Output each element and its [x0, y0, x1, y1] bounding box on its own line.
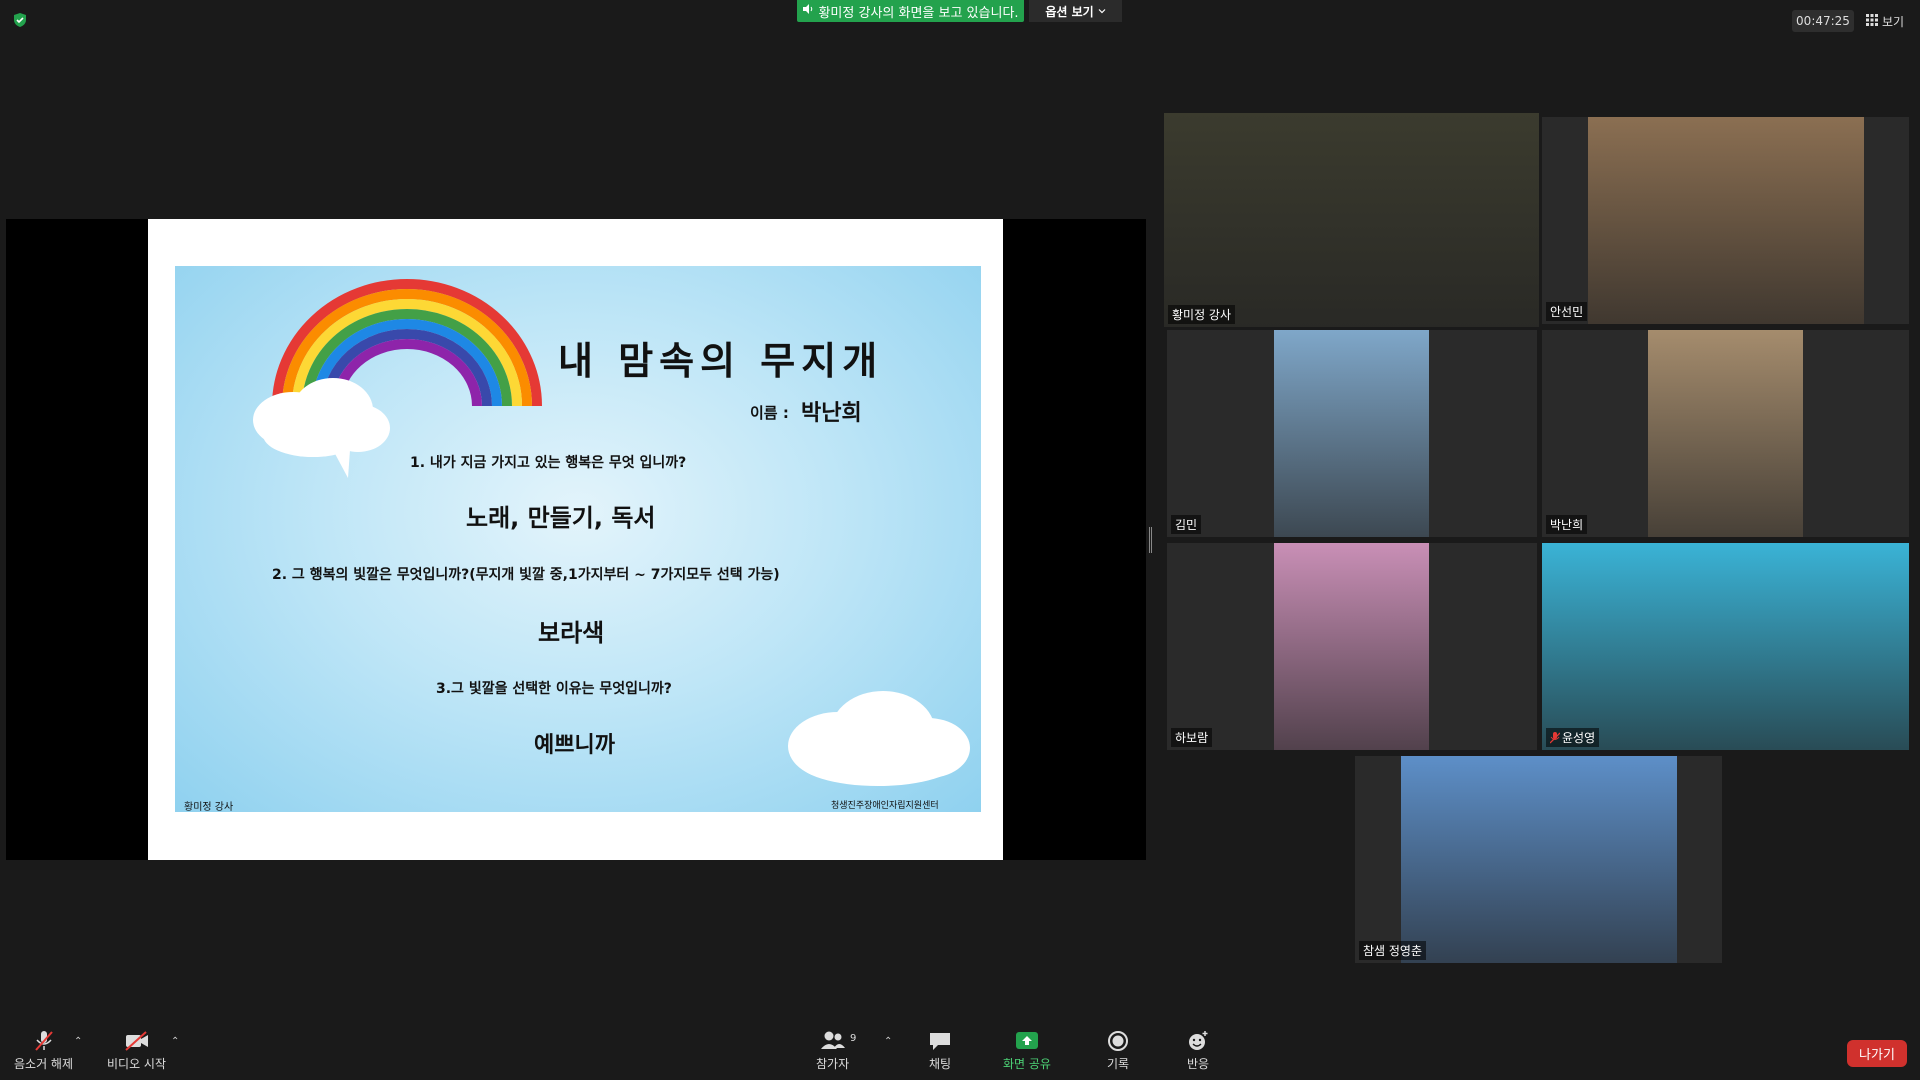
- cloud-right-image: [788, 691, 970, 786]
- start-video-button[interactable]: 비디오 시작: [107, 1030, 166, 1072]
- start-video-label: 비디오 시작: [107, 1057, 167, 1071]
- participant-video: [1274, 330, 1429, 537]
- view-options-label: 옵션 보기: [1045, 4, 1094, 19]
- speaker-icon: [802, 3, 814, 19]
- participant-tile[interactable]: 안선민: [1542, 117, 1909, 324]
- participant-tile[interactable]: 김민: [1167, 330, 1537, 537]
- video-options-caret-icon[interactable]: ⌃: [171, 1036, 179, 1047]
- leave-meeting-button[interactable]: 나가기: [1847, 1040, 1907, 1067]
- reactions-button[interactable]: 반응: [1186, 1030, 1210, 1072]
- emoji-icon: [1186, 1030, 1210, 1055]
- slide-question-2: 2. 그 행복의 빛깔은 무엇입니까?(무지개 빛깔 중,1가지부터 ~ 7가지…: [272, 567, 780, 583]
- record-button[interactable]: 기록: [1106, 1030, 1130, 1072]
- muted-mic-icon: [32, 1030, 56, 1055]
- slide-answer-1: 노래, 만들기, 독서: [466, 504, 656, 532]
- participant-video: [1274, 543, 1429, 750]
- chat-button[interactable]: 채팅: [928, 1030, 952, 1072]
- participant-video: [1401, 756, 1677, 963]
- slide-footer-presenter: 황미정 강사: [184, 802, 234, 813]
- slide-name-value: 박난희: [801, 401, 862, 426]
- participant-video: [1164, 113, 1539, 327]
- share-screen-label: 화면 공유: [1003, 1057, 1051, 1071]
- cloud-left-image: [253, 378, 390, 478]
- view-layout-button[interactable]: 보기: [1866, 10, 1912, 32]
- participant-tile[interactable]: 참샘 정영춘: [1355, 756, 1722, 963]
- screen-share-banner: 황미정 강사의 화면을 보고 있습니다.: [797, 0, 1024, 22]
- slide-name-label: 이름 :: [750, 404, 789, 422]
- participant-name: 참샘 정영춘: [1359, 941, 1427, 960]
- participant-video: [1542, 543, 1909, 750]
- participant-tile[interactable]: 황미정 강사: [1164, 113, 1539, 327]
- participants-count: 9: [850, 1033, 857, 1044]
- participant-tile[interactable]: 하보람: [1167, 543, 1537, 750]
- share-screen-button[interactable]: 화면 공유: [1003, 1030, 1051, 1072]
- chat-label: 채팅: [928, 1057, 952, 1071]
- participants-label: 참가자: [816, 1057, 850, 1071]
- participant-name: 안선민: [1546, 302, 1588, 321]
- unmute-button[interactable]: 음소거 해제: [14, 1030, 73, 1072]
- view-options-button[interactable]: 옵션 보기: [1029, 0, 1122, 22]
- chat-icon: [928, 1030, 952, 1055]
- view-button-label: 보기: [1882, 14, 1905, 29]
- participant-name: 박난희: [1546, 515, 1588, 534]
- participant-tile[interactable]: 윤성영: [1542, 543, 1909, 750]
- audio-options-caret-icon[interactable]: ⌃: [74, 1036, 82, 1047]
- reactions-label: 반응: [1186, 1057, 1210, 1071]
- participant-video: [1648, 330, 1803, 537]
- video-off-icon: [124, 1030, 150, 1055]
- record-icon: [1106, 1030, 1130, 1055]
- share-banner-text: 황미정 강사의 화면을 보고 있습니다.: [818, 5, 1019, 21]
- participant-tile[interactable]: 박난희: [1542, 330, 1909, 537]
- participants-options-caret-icon[interactable]: ⌃: [884, 1036, 892, 1047]
- grid-icon: [1866, 13, 1878, 29]
- slide-footer-organization: 청생진주장애인자립지원센터: [831, 801, 939, 811]
- unmute-label: 음소거 해제: [14, 1057, 74, 1071]
- muted-mic-icon: [1549, 731, 1561, 744]
- slide-title: 내 맘속의 무지개: [558, 339, 884, 383]
- participant-name: 윤성영: [1546, 728, 1600, 747]
- participant-name: 김민: [1171, 515, 1202, 534]
- participant-name: 황미정 강사: [1168, 305, 1236, 324]
- meeting-timer: 00:47:25: [1792, 10, 1854, 32]
- participant-video: [1588, 117, 1864, 324]
- panel-resize-handle[interactable]: [1149, 527, 1152, 553]
- slide-answer-3: 예쁘니까: [534, 733, 615, 758]
- participants-button[interactable]: 참가자: [816, 1030, 849, 1072]
- slide-question-3: 3.그 빛깔을 선택한 이유는 무엇입니까?: [436, 681, 672, 697]
- participant-name: 하보람: [1171, 728, 1213, 747]
- slide-question-1: 1. 내가 지금 가지고 있는 행복은 무엇 입니까?: [410, 455, 687, 471]
- chevron-down-icon: [1098, 4, 1106, 18]
- security-shield-icon[interactable]: [12, 12, 28, 28]
- record-label: 기록: [1106, 1057, 1130, 1071]
- participants-icon: [819, 1030, 847, 1055]
- slide-answer-2: 보라색: [538, 619, 605, 647]
- share-screen-icon: [1014, 1030, 1040, 1055]
